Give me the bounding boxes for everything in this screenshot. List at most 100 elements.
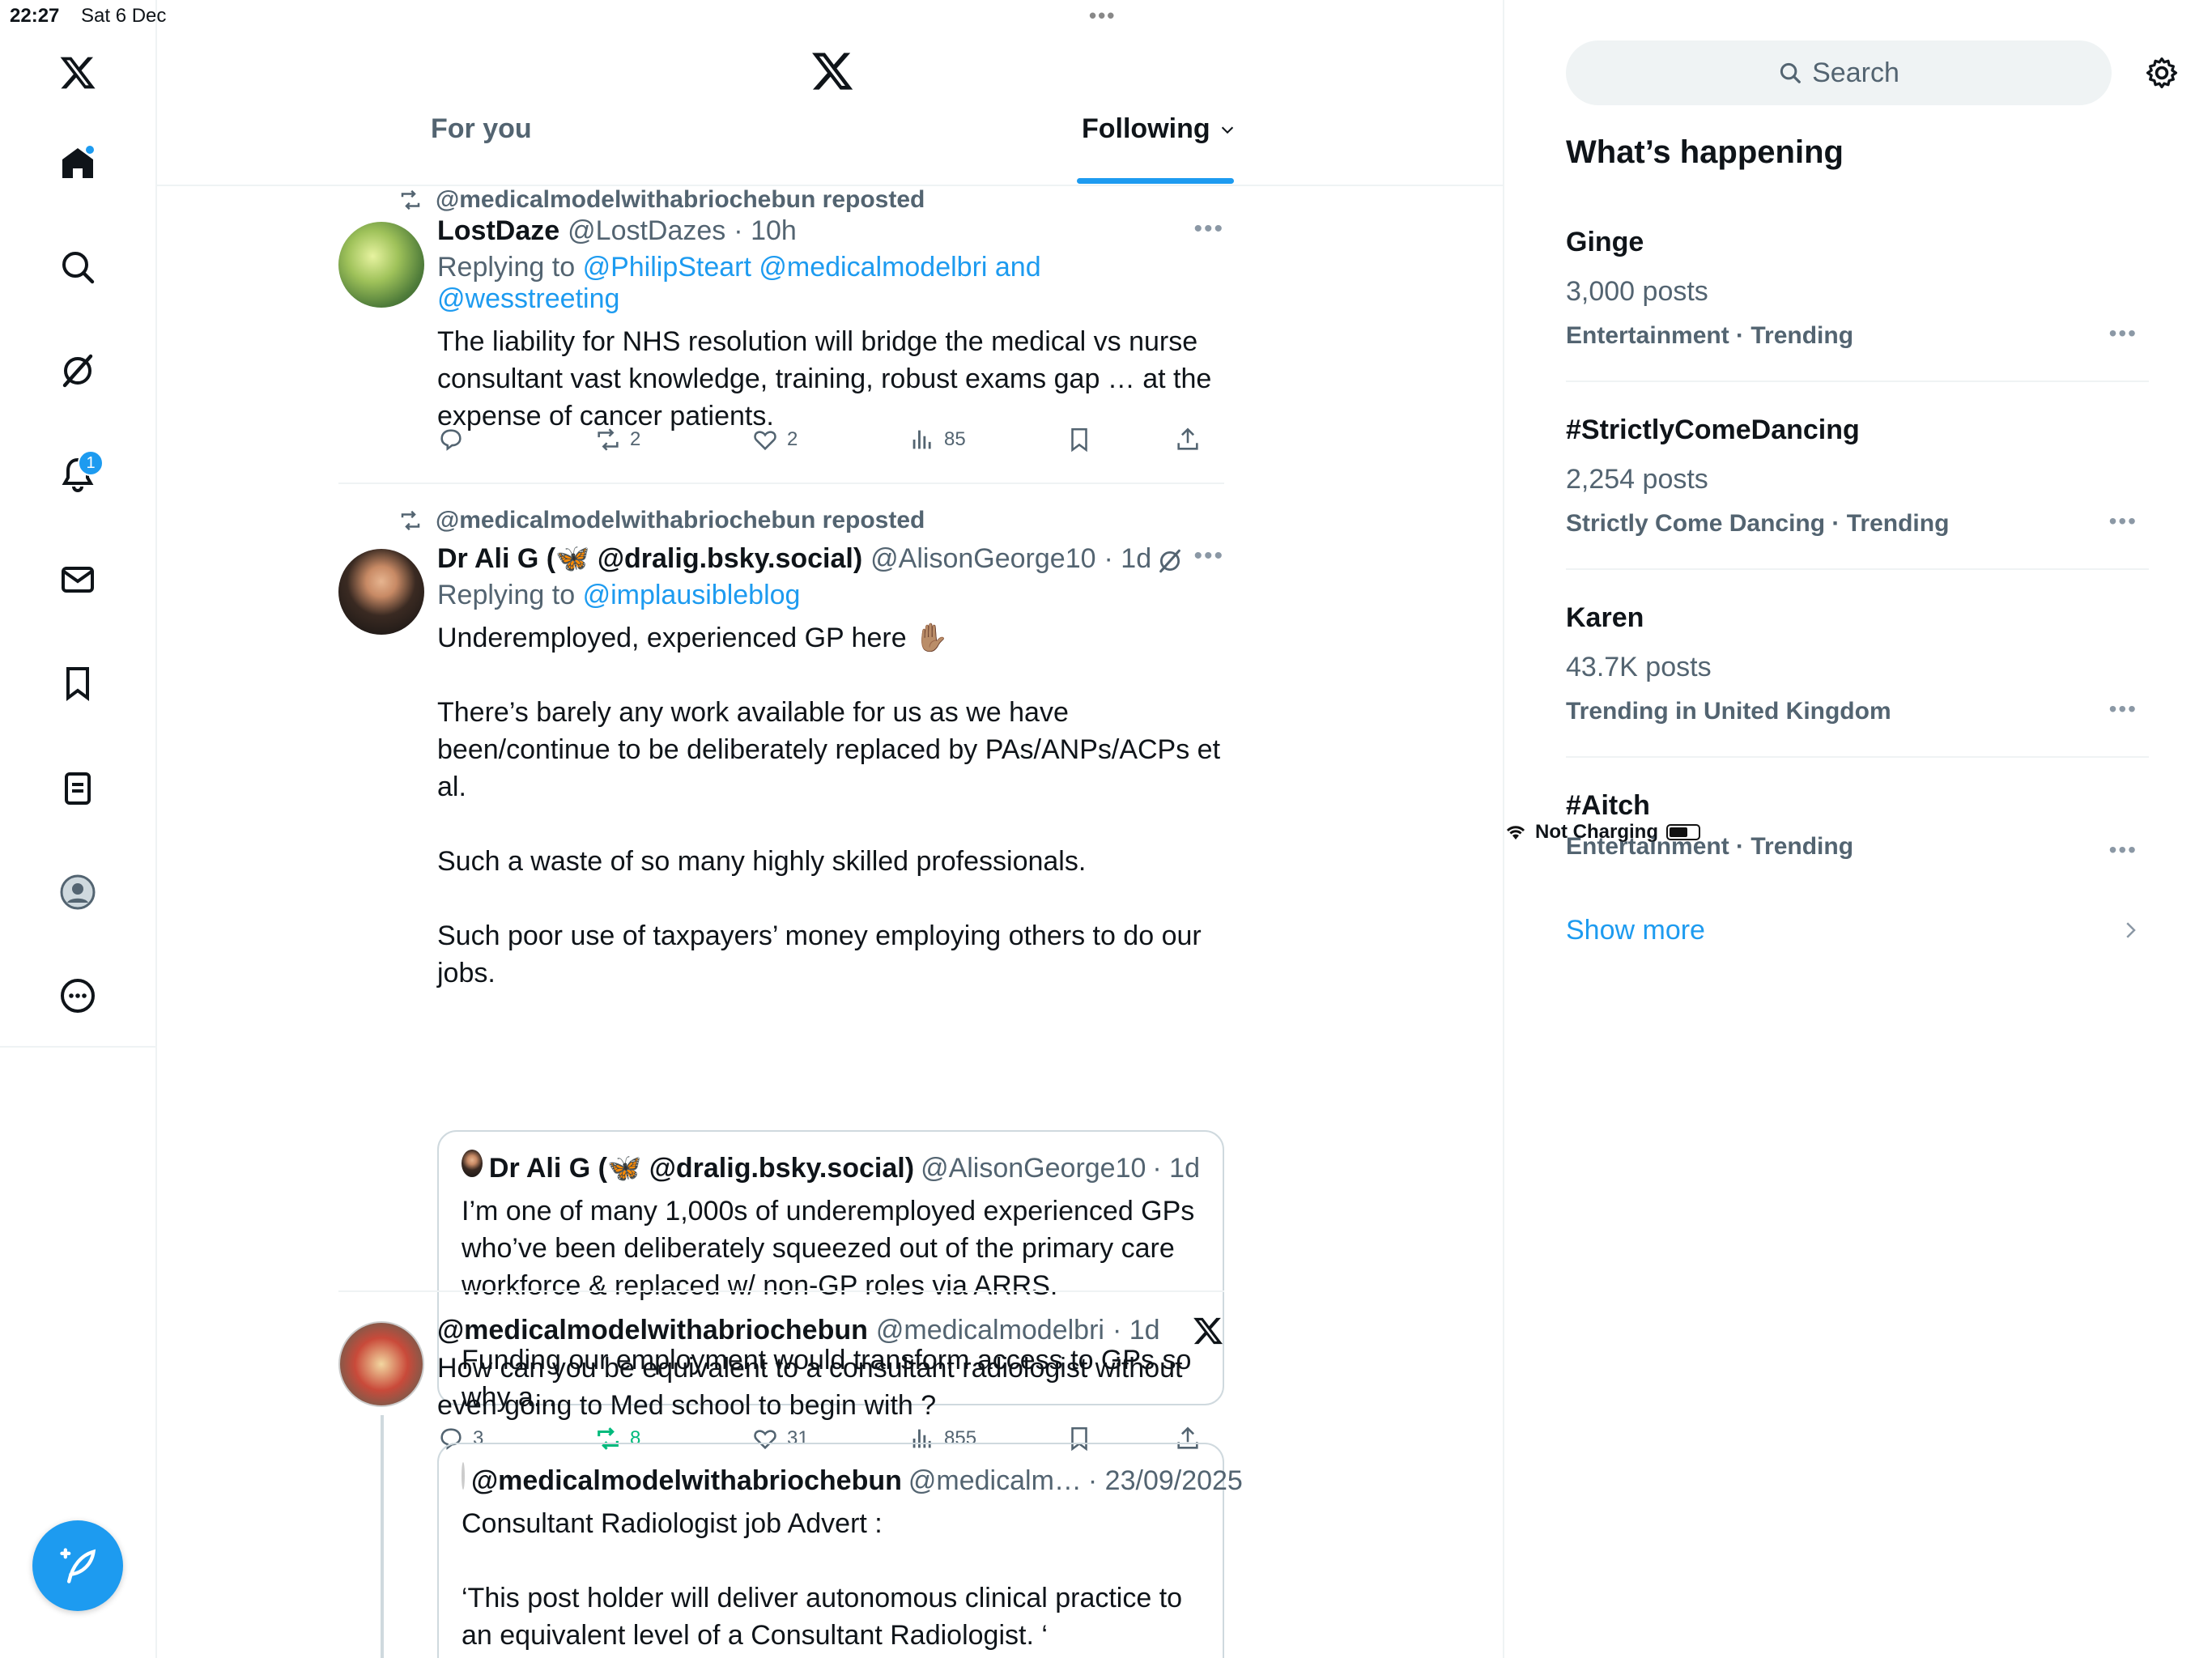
more-icon[interactable] — [49, 967, 107, 1025]
messages-icon[interactable] — [49, 551, 107, 609]
post-body: LostDaze @LostDazes · 10h ••• Replying t… — [437, 215, 1224, 435]
post-header: Dr Ali G (🦋 @dralig.bsky.social) @Alison… — [437, 542, 1224, 575]
reply-context: Replying to @implausibleblog — [437, 580, 1224, 611]
trend-item[interactable]: Ginge 3,000 posts Entertainment · Trendi… — [1566, 227, 2149, 350]
post[interactable]: @medicalmodelwithabriochebun reposted Lo… — [338, 186, 1224, 486]
quoted-post-time: · 23/09/2025 — [1087, 1465, 1243, 1496]
post-actions: 2 2 85 — [437, 426, 1224, 461]
trend-divider — [1566, 380, 2149, 382]
repost-button[interactable]: 2 — [594, 426, 640, 453]
views-icon — [912, 430, 931, 449]
bookmark-button[interactable] — [1066, 426, 1093, 453]
post-more-icon[interactable]: ••• — [1193, 215, 1224, 243]
trend-count: 3,000 posts — [1566, 276, 1708, 307]
home-icon[interactable] — [49, 134, 107, 193]
lists-icon[interactable] — [49, 759, 107, 818]
quoted-post-time: · 1d — [1152, 1153, 1200, 1184]
tab-following[interactable]: Following — [1082, 113, 1236, 145]
repost-label: @medicalmodelwithabriochebun reposted — [436, 507, 925, 534]
thread-line — [381, 1415, 384, 1658]
avatar[interactable] — [338, 1321, 424, 1407]
show-more-link[interactable]: Show more — [1566, 915, 2149, 946]
reply-prefix: Replying to — [437, 252, 576, 283]
views-button[interactable]: 85 — [908, 426, 966, 453]
like-button[interactable]: 2 — [751, 426, 798, 453]
quoted-author-handle: @AlisonGeorge10 — [921, 1153, 1146, 1184]
quoted-post[interactable]: @medicalmodelwithabriochebun @medicalm… … — [437, 1443, 1243, 1658]
show-more-label: Show more — [1566, 915, 1705, 946]
quoted-author-name: @medicalmodelwithabriochebun — [471, 1465, 902, 1496]
avatar[interactable] — [338, 549, 424, 635]
quoted-avatar — [462, 1150, 483, 1177]
author-name[interactable]: Dr Ali G (🦋 @dralig.bsky.social) — [437, 542, 862, 575]
share-icon — [1177, 427, 1198, 450]
reply-to-link[interactable]: @implausibleblog — [583, 580, 801, 610]
x-logo-icon[interactable] — [49, 44, 107, 102]
trend-name: Karen — [1566, 602, 1644, 633]
search-input[interactable]: Search — [1566, 40, 2112, 105]
chevron-right-icon — [2126, 922, 2136, 938]
grok-icon[interactable] — [49, 342, 107, 400]
share-button[interactable] — [1174, 426, 1202, 453]
author-name[interactable]: LostDaze — [437, 215, 559, 247]
search-icon[interactable] — [49, 238, 107, 296]
nav-divider — [0, 1046, 157, 1048]
trend-more-icon[interactable]: ••• — [2109, 696, 2138, 722]
profile-icon[interactable] — [49, 863, 107, 921]
post-time[interactable]: · 10h — [734, 215, 797, 247]
timeline-column: For you Following @medicalmodelwithabrio… — [157, 0, 1504, 1658]
quoted-avatar — [462, 1462, 465, 1490]
quoted-post-text: Consultant Radiologist job Advert : ‘Thi… — [462, 1508, 1183, 1651]
trend-count: 2,254 posts — [1566, 464, 1708, 495]
tab-for-you[interactable]: For you — [431, 113, 532, 145]
search-icon — [1780, 62, 1801, 83]
author-handle[interactable]: @AlisonGeorge10 — [870, 543, 1095, 575]
avatar[interactable] — [338, 222, 424, 308]
trend-item[interactable]: #Aitch Entertainment · Trending ••• — [1566, 790, 2149, 863]
gear-icon[interactable] — [2144, 55, 2180, 91]
trend-item[interactable]: #StrictlyComeDancing 2,254 posts Strictl… — [1566, 414, 2149, 538]
post-time[interactable]: · 1d — [1104, 543, 1152, 575]
trend-divider — [1566, 756, 2149, 758]
trend-divider — [1566, 568, 2149, 570]
author-handle[interactable]: @medicalmodelbri — [876, 1315, 1104, 1346]
trend-category: Entertainment · Trending — [1566, 322, 1854, 349]
quoted-author-name: Dr Ali G (🦋 @dralig.bsky.social) — [488, 1153, 915, 1184]
quoted-author-handle: @medicalm… — [908, 1465, 1082, 1496]
author-name[interactable]: @medicalmodelwithabriochebun — [437, 1315, 868, 1346]
home-unread-dot — [84, 144, 96, 155]
notifications-icon[interactable]: 1 — [49, 445, 107, 504]
x-logo-icon[interactable] — [810, 49, 855, 94]
trend-name: #Aitch — [1566, 790, 1650, 821]
reply-button[interactable] — [437, 426, 473, 453]
trend-more-icon[interactable]: ••• — [2109, 837, 2138, 863]
post-divider — [338, 483, 1224, 484]
x-logo-icon — [1193, 1317, 1223, 1345]
repost-indicator: @medicalmodelwithabriochebun reposted — [397, 507, 925, 534]
post-time[interactable]: · 1d — [1112, 1315, 1160, 1346]
heart-icon — [754, 431, 776, 451]
notifications-badge: 1 — [78, 450, 104, 476]
post[interactable]: @medicalmodelwithabriochebun @medicalmod… — [338, 1315, 1243, 1658]
grok-icon[interactable] — [1156, 547, 1184, 575]
trend-more-icon[interactable]: ••• — [2109, 321, 2138, 346]
post-more-icon[interactable]: ••• — [1193, 542, 1224, 570]
author-handle[interactable]: @LostDazes — [568, 215, 725, 247]
chevron-down-icon — [1221, 126, 1233, 134]
active-tab-indicator — [1077, 178, 1234, 184]
post-header: LostDaze @LostDazes · 10h — [437, 215, 1224, 247]
bookmarks-icon[interactable] — [49, 654, 107, 712]
repost-label: @medicalmodelwithabriochebun reposted — [436, 186, 925, 213]
feather-plus-icon — [60, 1548, 96, 1584]
bookmark-icon — [1071, 427, 1087, 453]
compose-post-button[interactable] — [32, 1520, 123, 1611]
view-count: 85 — [944, 428, 966, 450]
search-placeholder: Search — [1812, 57, 1899, 88]
trend-more-icon[interactable]: ••• — [2109, 508, 2138, 534]
left-nav: 1 — [0, 0, 157, 1658]
post[interactable]: @medicalmodelwithabriochebun reposted Dr… — [338, 507, 1224, 1452]
quoted-post-header: @medicalmodelwithabriochebun @medicalm… … — [462, 1462, 1243, 1497]
tab-following-label: Following — [1082, 113, 1210, 144]
trend-item[interactable]: Karen 43.7K posts Trending in United Kin… — [1566, 602, 2149, 725]
timeline-header: For you Following — [157, 32, 1504, 186]
